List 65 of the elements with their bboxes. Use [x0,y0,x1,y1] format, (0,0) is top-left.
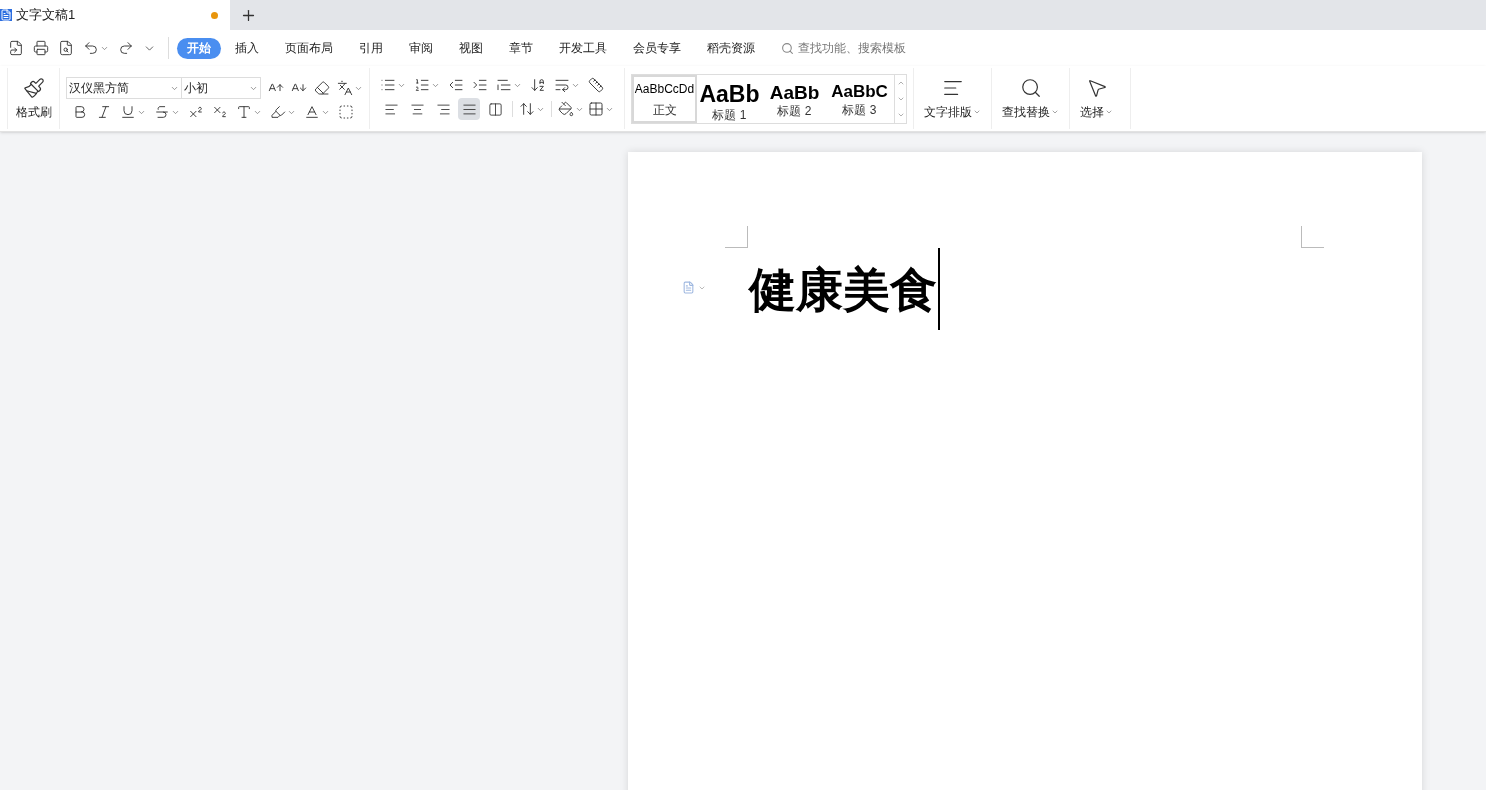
paragraph-marker-icon[interactable] [682,281,695,294]
align-distributed-icon [487,101,503,117]
menu-tab[interactable]: 引用 [347,37,395,59]
menu-tab[interactable]: 开发工具 [547,37,619,59]
ruler-icon[interactable] [588,77,604,93]
button-label: 选择 [1080,103,1104,121]
subscript-icon[interactable] [212,104,228,120]
superscript-icon[interactable] [188,104,204,120]
style-preset[interactable]: AaBbCcDd 正文 [632,74,697,123]
menu-tab[interactable]: 章节 [497,37,545,59]
find-replace-button[interactable]: 查找替换 [992,68,1070,129]
align-left-icon [383,101,399,117]
align-center-icon [409,101,425,117]
text-effect-icon[interactable] [236,104,252,120]
character-border-icon[interactable] [338,104,354,120]
increase-indent-icon[interactable] [472,77,488,93]
align-justify-icon [461,101,477,117]
undo-icon[interactable] [83,40,99,56]
document-heading: 健康美食 [749,265,937,313]
print-preview-icon[interactable] [58,40,74,56]
button-label: 查找替换 [1002,103,1050,121]
menu-tab[interactable]: 稻壳资源 [695,37,767,59]
shading-icon[interactable] [558,101,574,117]
style-preset[interactable]: AaBb 标题 1 [697,74,762,123]
export-icon[interactable] [8,40,24,56]
format-painter-button[interactable]: 格式刷 [8,68,60,129]
style-preset[interactable]: AaBb 标题 2 [762,74,827,123]
menu-tab[interactable]: 审阅 [397,37,445,59]
text-layout-button[interactable]: 文字排版 [914,68,992,129]
print-icon[interactable] [33,40,49,56]
strikethrough-icon[interactable] [154,104,170,120]
bold-icon[interactable] [72,104,88,120]
search-icon [1019,76,1042,99]
button-label: 文字排版 [924,103,972,121]
document-title: 文字文稿1 [16,6,76,25]
menu-tab[interactable]: 页面布局 [273,37,345,59]
bullet-list-icon[interactable] [380,77,396,93]
borders-icon[interactable] [588,101,604,117]
chinese-layout-icon[interactable] [496,77,512,93]
search-icon [781,41,794,55]
menu-tab[interactable]: 插入 [223,37,271,59]
underline-icon[interactable] [120,104,136,120]
font-color-icon[interactable] [304,104,320,120]
menu-tab[interactable]: 会员专享 [621,37,693,59]
document-tab[interactable]: 文字文稿1 [0,0,230,30]
document-icon [0,9,12,21]
crop-mark [725,226,748,248]
paintbrush-icon [22,76,45,99]
select-button[interactable]: 选择 [1070,68,1123,129]
menu-tab[interactable]: 视图 [447,37,495,59]
highlight-icon[interactable] [270,104,286,120]
numbered-list-icon[interactable] [414,77,430,93]
align-right-icon [435,101,451,117]
clear-format-icon[interactable] [314,80,330,96]
redo-icon[interactable] [118,40,134,56]
crop-mark [1301,226,1324,248]
phonetic-guide-icon[interactable] [337,80,353,96]
italic-icon[interactable] [96,104,112,120]
line-spacing-icon[interactable] [519,101,535,117]
sort-icon[interactable] [530,77,546,93]
align-button[interactable] [458,98,480,120]
style-preset[interactable]: AaBbC 标题 3 [827,74,892,123]
search-field[interactable]: 查找功能、搜索模板 [781,39,938,57]
decrease-indent-icon[interactable] [448,77,464,93]
show-marks-icon[interactable] [554,77,570,93]
